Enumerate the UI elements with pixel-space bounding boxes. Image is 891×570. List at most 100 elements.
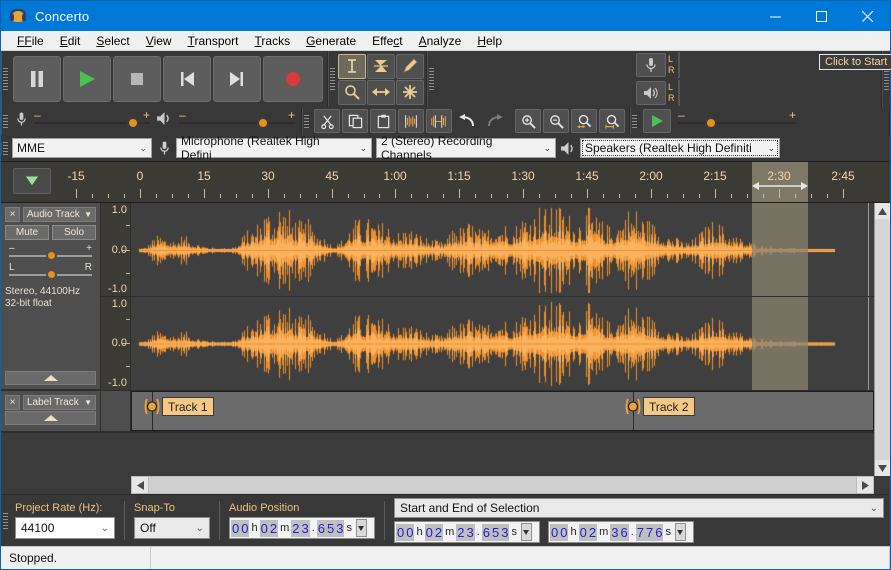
audio-track-control-panel[interactable]: × Audio Track ▼ Mute Solo – + xyxy=(1,203,101,389)
skip-to-start-button[interactable] xyxy=(163,56,211,102)
waveform-selection-right[interactable] xyxy=(752,297,808,390)
recording-meter-grip[interactable] xyxy=(427,51,435,107)
fit-selection-button[interactable] xyxy=(571,109,597,133)
draw-tool[interactable] xyxy=(396,54,424,79)
recording-meter-toolbar[interactable]: LR -57-54-51-48-45-42-39-36-33-30-27-24-… xyxy=(636,52,680,78)
selection-start-field[interactable]: 00h02m23.653s xyxy=(394,521,540,543)
selection-toolbar-grip[interactable] xyxy=(1,495,9,546)
zoom-tool[interactable] xyxy=(338,80,366,105)
vertical-scroll-track[interactable] xyxy=(875,219,890,460)
scroll-left-button[interactable] xyxy=(131,476,149,494)
waveform-left-channel[interactable] xyxy=(131,203,874,296)
menu-analyze[interactable]: Analyze xyxy=(411,32,470,50)
label-text[interactable]: Track 1 xyxy=(162,397,214,416)
maximize-button[interactable] xyxy=(798,1,844,31)
label-track-name-dropdown[interactable]: Label Track ▼ xyxy=(23,395,96,410)
timeline-options-button[interactable] xyxy=(13,168,51,194)
mute-button[interactable]: Mute xyxy=(5,225,49,240)
menu-help[interactable]: Help xyxy=(469,32,510,50)
undo-button[interactable] xyxy=(454,109,480,133)
mixer-toolbar-grip[interactable] xyxy=(1,107,9,135)
track-name-dropdown[interactable]: Audio Track ▼ xyxy=(23,207,96,222)
playback-volume-slider[interactable]: – + xyxy=(179,111,295,131)
close-track-button[interactable]: × xyxy=(5,207,20,222)
menu-effect[interactable]: Effect xyxy=(364,32,410,50)
project-rate-select[interactable]: 44100 ⌄ xyxy=(15,517,115,539)
timeline-scale[interactable]: -1501530451:001:151:301:452:002:152:302:… xyxy=(131,162,890,202)
label-track[interactable]: × Label Track ▼ Track 1 Track 2 xyxy=(1,391,874,433)
recording-channels-select[interactable]: 2 (Stereo) Recording Channels ⌄ xyxy=(376,138,556,158)
envelope-tool[interactable] xyxy=(367,54,395,79)
label-handle-icon[interactable] xyxy=(144,397,160,416)
play-speed-knob[interactable] xyxy=(705,117,717,129)
menu-select[interactable]: Select xyxy=(88,32,137,50)
menu-tracks[interactable]: Tracks xyxy=(247,32,299,50)
audio-position-spinner[interactable] xyxy=(356,519,367,537)
solo-button[interactable]: Solo xyxy=(52,225,96,240)
snap-to-select[interactable]: Off ⌄ xyxy=(134,517,210,539)
label-track-collapse-button[interactable] xyxy=(5,411,96,425)
playback-meter-toolbar[interactable]: LR -57-54-51-48-45-42-39-36-33-30-27-24-… xyxy=(636,80,680,106)
fit-project-button[interactable] xyxy=(599,109,625,133)
selection-tool[interactable] xyxy=(338,54,366,79)
selection-mode-select[interactable]: Start and End of Selection ⌄ xyxy=(394,498,884,518)
pause-button[interactable] xyxy=(13,56,61,102)
trim-audio-button[interactable] xyxy=(398,109,424,133)
zoom-in-button[interactable] xyxy=(515,109,541,133)
label-track-control-panel[interactable]: × Label Track ▼ xyxy=(1,391,101,431)
play-at-speed-grip[interactable] xyxy=(630,107,638,135)
vertical-scrollbar[interactable] xyxy=(874,203,890,476)
track-pan-slider[interactable]: L R xyxy=(7,262,94,280)
track-gain-slider[interactable]: – + xyxy=(7,243,94,261)
record-volume-knob[interactable] xyxy=(127,117,139,129)
timeline-ruler[interactable]: -1501530451:001:151:301:452:002:152:302:… xyxy=(1,162,890,203)
scroll-up-button[interactable] xyxy=(875,203,890,219)
audio-track[interactable]: × Audio Track ▼ Mute Solo – + xyxy=(1,203,874,391)
edit-toolbar-grip[interactable] xyxy=(302,107,310,135)
selection-start-spinner[interactable] xyxy=(521,523,532,541)
recording-volume-slider[interactable]: – + xyxy=(34,111,150,131)
scroll-right-button[interactable] xyxy=(856,476,874,494)
horizontal-scrollbar[interactable] xyxy=(1,476,890,494)
device-toolbar-grip[interactable] xyxy=(1,142,9,155)
transport-toolbar-grip[interactable] xyxy=(1,51,9,107)
minimize-button[interactable] xyxy=(752,1,798,31)
track-collapse-button[interactable] xyxy=(5,371,96,385)
time-shift-tool[interactable] xyxy=(367,80,395,105)
cut-button[interactable] xyxy=(314,109,340,133)
horizontal-scroll-track[interactable] xyxy=(149,476,856,494)
waveform-right-channel[interactable] xyxy=(131,297,874,390)
audio-position-field[interactable]: 00h02m23.653s xyxy=(229,517,375,539)
menu-edit[interactable]: Edit xyxy=(52,32,89,50)
play-button[interactable] xyxy=(63,56,111,102)
play-volume-knob[interactable] xyxy=(257,117,269,129)
skip-to-end-button[interactable] xyxy=(213,56,261,102)
selection-end-field[interactable]: 00h02m36.776s xyxy=(548,521,694,543)
menu-generate[interactable]: Generate xyxy=(298,32,364,50)
silence-audio-button[interactable] xyxy=(426,109,452,133)
scroll-down-button[interactable] xyxy=(875,460,890,476)
waveform-selection-left[interactable] xyxy=(752,203,808,296)
multi-tool[interactable] xyxy=(396,80,424,105)
pan-knob[interactable] xyxy=(46,269,57,280)
copy-button[interactable] xyxy=(342,109,368,133)
label-track-body[interactable]: Track 1 Track 2 xyxy=(131,391,874,431)
gain-knob[interactable] xyxy=(46,250,57,261)
stop-button[interactable] xyxy=(113,56,161,102)
close-label-track-button[interactable]: × xyxy=(5,395,20,410)
redo-button[interactable] xyxy=(482,109,508,133)
label-text[interactable]: Track 2 xyxy=(643,397,695,416)
audio-host-select[interactable]: MME ⌄ xyxy=(12,138,152,158)
play-speed-slider[interactable]: – + xyxy=(678,111,796,131)
menu-transport[interactable]: Transport xyxy=(180,32,247,50)
playback-device-select[interactable]: Speakers (Realtek High Definiti ⌄ xyxy=(580,138,780,158)
paste-button[interactable] xyxy=(370,109,396,133)
selection-end-spinner[interactable] xyxy=(675,523,686,541)
label-handle-icon[interactable] xyxy=(625,397,641,416)
menu-view[interactable]: View xyxy=(138,32,180,50)
zoom-out-button[interactable] xyxy=(543,109,569,133)
close-button[interactable] xyxy=(844,1,890,31)
recording-device-select[interactable]: Microphone (Realtek High Defini ⌄ xyxy=(176,138,372,158)
tools-toolbar-grip[interactable] xyxy=(328,51,336,107)
menu-file[interactable]: FFileFile xyxy=(9,32,52,50)
